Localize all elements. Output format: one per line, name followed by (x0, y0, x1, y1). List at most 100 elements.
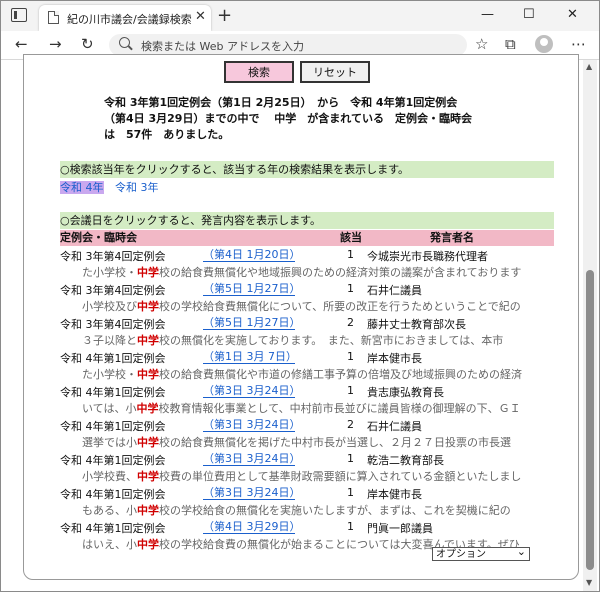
snippet-suffix: 校の給食費無償化を掲げた中村市長が当選し、２月２７日投票の市長選 (159, 436, 511, 449)
scroll-up-icon[interactable]: ▲ (586, 62, 592, 71)
row-hit-count: 2 (347, 316, 354, 329)
search-button[interactable]: 検索 (224, 61, 294, 83)
row-date-link[interactable]: （第5日 1月27日） (203, 316, 301, 330)
summary-line-3: は 57件 ありました。 (104, 128, 230, 141)
scrollbar[interactable]: ▲ ▼ (583, 60, 597, 591)
row-date-link[interactable]: （第3日 3月24日） (203, 486, 301, 500)
row-speaker: 石井仁議員 (367, 420, 422, 433)
row-session: 令和 4年第1回定例会 (60, 488, 166, 501)
back-arrow-icon[interactable]: ← (15, 35, 28, 53)
result-row: 令和 4年第1回定例会 （第3日 3月24日） 1 岸本健市長 もある、小中学校の学校給… (60, 486, 554, 520)
profile-avatar-icon[interactable] (535, 35, 553, 53)
result-row: 令和 4年第1回定例会 （第3日 3月24日） 1 乾浩二教育部長 小学校費、中学校費の… (60, 452, 554, 486)
snippet-suffix: 校の無償化を実施しております。 また、新宮市におきましては、本市 (159, 334, 504, 347)
year-links: 令和 4年 令和 3年 (60, 179, 167, 195)
row-hit-count: 1 (347, 248, 354, 261)
tab-title: 紀の川市議会/会議録検索システム (67, 13, 192, 26)
result-row: 令和 3年第4回定例会 （第5日 1月27日） 2 藤井丈士教育部次長 ３子以降と中学校… (60, 316, 554, 350)
row-session: 令和 3年第4回定例会 (60, 318, 166, 331)
more-menu-icon[interactable]: ⋯ (571, 35, 586, 53)
browser-window: 紀の川市議会/会議録検索システム ✕ + — ☐ ✕ ← → ↻ 検索または W… (0, 0, 600, 592)
row-speaker: 岸本健市長 (367, 488, 422, 501)
collections-icon[interactable]: ⧉ (505, 35, 516, 53)
snippet-keyword: 中学 (137, 470, 159, 483)
snippet-suffix: 校の給食費無償化や市道の修繕工事予算の倍増及び地域振興のための経済 (159, 368, 522, 381)
row-speaker: 藤井丈士教育部次長 (367, 318, 466, 331)
reset-button[interactable]: リセット (300, 61, 370, 83)
tab-close-icon[interactable]: ✕ (195, 9, 206, 24)
row-hit-count: 1 (347, 350, 354, 363)
header-speaker: 発言者名 (430, 231, 474, 244)
row-session: 令和 4年第1回定例会 (60, 522, 166, 535)
result-row: 令和 3年第4回定例会 （第5日 1月27日） 1 石井仁議員 小学校及び中学校の学校給… (60, 282, 554, 316)
snippet-keyword: 中学 (137, 266, 159, 279)
result-row: 令和 4年第1回定例会 （第3日 3月24日） 2 石井仁議員 選挙では小中学校の給食費… (60, 418, 554, 452)
new-tab-icon[interactable]: + (217, 5, 232, 26)
row-session: 令和 3年第4回定例会 (60, 250, 166, 263)
row-date-link[interactable]: （第3日 3月24日） (203, 452, 301, 466)
snippet-prefix: た小学校・ (82, 266, 137, 279)
page-favicon-icon (48, 11, 59, 24)
scroll-thumb[interactable] (586, 270, 594, 570)
snippet-prefix: ３子以降と (82, 334, 137, 347)
snippet-keyword: 中学 (137, 436, 159, 449)
row-speaker: 今城崇光市長職務代理者 (367, 250, 488, 263)
row-speaker: 石井仁議員 (367, 284, 422, 297)
header-hit: 該当 (340, 231, 362, 244)
active-tab[interactable]: 紀の川市議会/会議録検索システム ✕ (39, 5, 211, 31)
row-date-link[interactable]: （第4日 1月20日） (203, 248, 301, 262)
year-guide: ○検索該当年をクリックすると、該当する年の検索結果を表示します。 (60, 161, 554, 178)
results-panel: 検索 リセット 令和 3年第1回定例会（第1日 2月25日） から 令和 4年第… (23, 54, 579, 580)
row-snippet: もある、小中学校の学校給食の無償化を実施いたしますが、まずは、これを契機に紀の (60, 502, 554, 518)
row-hit-count: 1 (347, 384, 354, 397)
minimize-icon[interactable]: — (481, 7, 494, 22)
snippet-keyword: 中学 (137, 300, 159, 313)
scroll-down-icon[interactable]: ▼ (586, 578, 592, 587)
result-row: 令和 4年第1回定例会 （第1日 3月 7日） 1 岸本健市長 た小学校・中学校の給食費… (60, 350, 554, 384)
snippet-suffix: 校教育情報化事業として、中村前市長並びに議員皆様の御理解の下、ＧＩ (158, 402, 521, 415)
tab-actions-icon[interactable] (11, 8, 27, 22)
year-link-r4[interactable]: 令和 4年 (60, 181, 104, 194)
row-hit-count: 2 (347, 418, 354, 431)
option-select[interactable]: オプション (432, 545, 530, 561)
row-snippet: た小学校・中学校の給食費無償化や市道の修繕工事予算の倍増及び地域振興のための経済 (60, 366, 554, 382)
favorites-star-icon[interactable]: ☆ (475, 35, 488, 53)
result-row: 令和 3年第4回定例会 （第4日 1月20日） 1 今城崇光市長職務代理者 た小学校・中… (60, 248, 554, 282)
page-viewport: 検索 リセット 令和 3年第1回定例会（第1日 2月25日） から 令和 4年第… (1, 54, 599, 591)
snippet-prefix: はいえ、小 (82, 538, 137, 551)
snippet-prefix: 小学校及び (82, 300, 137, 313)
row-date-link[interactable]: （第4日 3月29日） (203, 520, 301, 534)
row-session: 令和 4年第1回定例会 (60, 386, 166, 399)
row-date-link[interactable]: （第3日 3月24日） (203, 418, 301, 432)
tab-strip: 紀の川市議会/会議録検索システム ✕ + — ☐ ✕ (1, 1, 599, 31)
search-icon (119, 37, 130, 48)
row-date-link[interactable]: （第1日 3月 7日） (203, 350, 297, 364)
address-bar[interactable]: 検索または Web アドレスを入力 (109, 34, 467, 56)
snippet-prefix: いては、小 (82, 402, 137, 415)
snippet-keyword: 中学 (137, 504, 159, 517)
snippet-keyword: 中学 (137, 538, 159, 551)
row-snippet: 小学校費、中学校費の単位費用として基準財政需要額に算入されている金額といたしまし (60, 468, 554, 484)
search-summary: 令和 3年第1回定例会（第1日 2月25日） から 令和 4年第1回定例会 （第… (104, 95, 524, 143)
result-row: 令和 4年第1回定例会 （第3日 3月24日） 1 貴志康弘教育長 いては、小中学校教育… (60, 384, 554, 418)
address-placeholder: 検索または Web アドレスを入力 (141, 40, 304, 53)
row-snippet: た小学校・中学校の給食費無償化や地域振興のための経済対策の議案が含まれております (60, 264, 554, 280)
row-speaker: 貴志康弘教育長 (367, 386, 444, 399)
snippet-prefix: もある、小 (82, 504, 137, 517)
summary-line-2: （第4日 3月29日）までの中で 中学 が含まれている 定例会・臨時会 (104, 112, 472, 125)
close-window-icon[interactable]: ✕ (567, 7, 578, 22)
row-hit-count: 1 (347, 282, 354, 295)
row-speaker: 岸本健市長 (367, 352, 422, 365)
snippet-prefix: た小学校・ (82, 368, 137, 381)
row-snippet: 選挙では小中学校の給食費無償化を掲げた中村市長が当選し、２月２７日投票の市長選 (60, 434, 554, 450)
row-date-link[interactable]: （第5日 1月27日） (203, 282, 301, 296)
forward-arrow-icon[interactable]: → (49, 35, 62, 53)
row-date-link[interactable]: （第3日 3月24日） (203, 384, 301, 398)
summary-line-1: 令和 3年第1回定例会（第1日 2月25日） から 令和 4年第1回定例会 (104, 96, 458, 109)
refresh-icon[interactable]: ↻ (81, 35, 94, 53)
row-speaker: 門眞一郎議員 (367, 522, 433, 535)
year-link-r3[interactable]: 令和 3年 (115, 181, 159, 194)
maximize-icon[interactable]: ☐ (523, 7, 535, 22)
day-guide: ○会議日をクリックすると、発言内容を表示します。 (60, 212, 554, 229)
snippet-suffix: 校の学校給食費無償化について、所要の改正を行うためということで紀の (159, 300, 521, 313)
